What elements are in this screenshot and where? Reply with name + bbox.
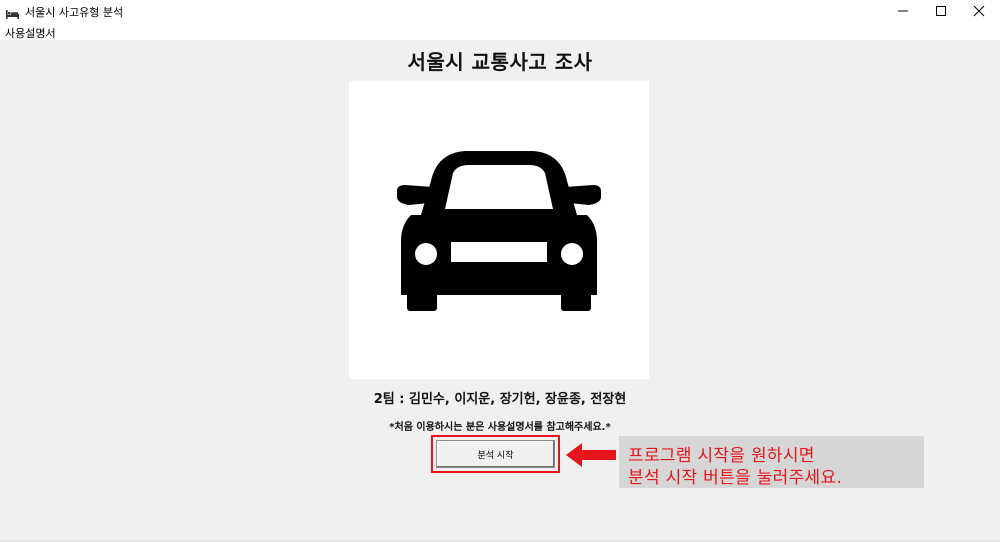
car-front-icon: [397, 151, 601, 311]
app-window: 서울시 사고유형 분석 사용설명서 서울시 교통사고 조사 2팀: 김민수, …: [0, 0, 1000, 542]
team-members-text: 2팀 : 김민수, 이지운, 장기헌, 장윤종, 전장현: [0, 388, 1000, 407]
team-number: 2팀: [373, 392, 395, 407]
callout-line-2: 분석 시작 버튼을 눌러주세요.: [628, 468, 843, 488]
title-bar: 서울시 사고유형 분석: [0, 0, 1000, 22]
page-title: 서울시 교통사고 조사: [407, 50, 593, 74]
start-analysis-button[interactable]: 분석 시작: [436, 440, 555, 468]
instruction-callout: 프로그램 시작을 원하시면 분석 시작 버튼을 눌러주세요.: [619, 436, 924, 488]
menu-item-manual[interactable]: 사용설명서: [5, 25, 56, 41]
app-bed-icon: [6, 5, 19, 19]
close-icon: [973, 5, 985, 17]
left-arrow-icon: [566, 443, 616, 467]
maximize-icon: [936, 6, 946, 16]
car-image-panel: [349, 81, 649, 379]
team-member-names: : 김민수, 이지운, 장기헌, 장윤종, 전장현: [394, 392, 627, 407]
minimize-icon: [898, 10, 908, 12]
window-title: 서울시 사고유형 분석: [25, 6, 124, 19]
manual-notice: *처음 이용하시는 분은 사용설명서를 참고해주세요.*: [389, 422, 611, 433]
close-button[interactable]: [956, 0, 1000, 22]
menu-bar: 사용설명서: [0, 22, 1000, 40]
start-button-highlight: 분석 시작: [431, 435, 560, 473]
